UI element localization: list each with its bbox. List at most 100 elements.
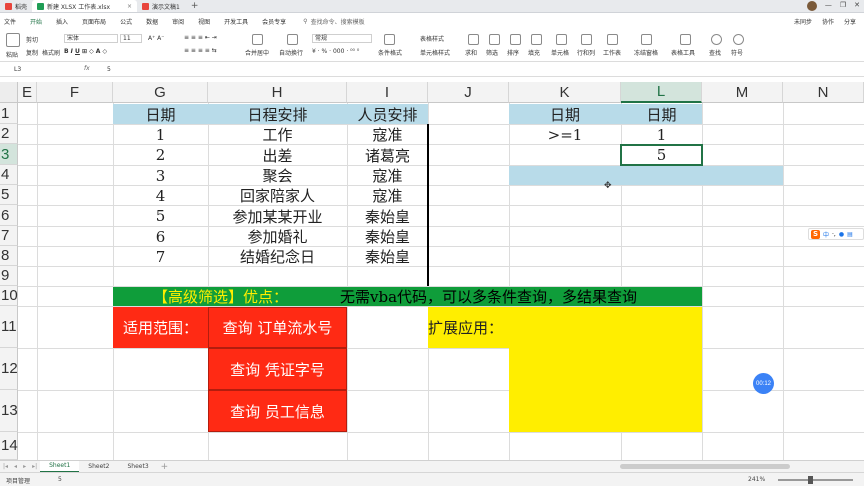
scope-label[interactable]: 适用范围： (113, 307, 208, 348)
cell-i8[interactable]: 秦始皇 (347, 247, 428, 266)
scope-item-3[interactable]: 查询 员工信息 (208, 390, 347, 432)
avatar[interactable] (806, 1, 817, 11)
auto-wrap-button[interactable]: 自动换行 (279, 48, 303, 57)
active-cell-l3[interactable] (620, 144, 703, 166)
number-format-icons[interactable]: ¥ · % · 000 · ⁰⁰ ⁰ (312, 48, 359, 55)
row-col-button[interactable]: 行和列 (577, 48, 595, 57)
row-col-icon[interactable] (581, 34, 592, 45)
menu-data[interactable]: 数据 (139, 17, 165, 26)
command-search[interactable]: ⚲ 查找命令、搜索模板 (303, 17, 364, 26)
row-header-1[interactable]: 1 (0, 103, 18, 124)
cell-style-button[interactable]: 单元格样式 (420, 48, 450, 57)
menu-page-layout[interactable]: 页面布局 (75, 17, 113, 26)
paste-button[interactable]: 粘贴 (6, 50, 18, 59)
cell-g7[interactable]: 6 (113, 227, 208, 246)
column-header-n[interactable]: N (783, 82, 864, 103)
fill-icon[interactable] (531, 34, 542, 45)
merge-center-button[interactable]: 合并居中 (245, 48, 269, 57)
add-sheet-button[interactable]: + (158, 462, 172, 472)
close-tab-icon[interactable]: × (127, 3, 132, 10)
cond-format-icon[interactable] (384, 34, 395, 45)
cell-g4[interactable]: 3 (113, 166, 208, 185)
menu-review[interactable]: 审阅 (165, 17, 191, 26)
menu-insert[interactable]: 插入 (49, 17, 75, 26)
cell-h2[interactable]: 工作 (208, 125, 347, 144)
copy-button[interactable]: 复制 (26, 48, 38, 57)
cond-format-button[interactable]: 条件格式 (378, 48, 402, 57)
cell-i6[interactable]: 秦始皇 (347, 206, 428, 226)
cell-i5[interactable]: 寇准 (347, 186, 428, 205)
cell-g2[interactable]: 1 (113, 125, 208, 144)
font-size-select[interactable]: 11 (120, 34, 142, 43)
cell-g8[interactable]: 7 (113, 247, 208, 266)
horizontal-scrollbar[interactable] (620, 464, 790, 469)
cell-icon[interactable] (556, 34, 567, 45)
menu-start[interactable]: 开始 (23, 17, 49, 26)
column-header-l[interactable]: L (621, 82, 702, 103)
freeze-icon[interactable] (641, 34, 652, 45)
symbol-button[interactable]: 符号 (731, 48, 743, 57)
column-header-j[interactable]: J (428, 82, 509, 103)
cell-i7[interactable]: 秦始皇 (347, 227, 428, 246)
column-header-k[interactable]: K (509, 82, 621, 103)
column-header-m[interactable]: M (702, 82, 783, 103)
find-button[interactable]: 查找 (709, 48, 721, 57)
row-header-10[interactable]: 10 (0, 286, 18, 306)
align-icons[interactable]: ≡ ≡ ≡ ⇤ ⇥ (184, 34, 217, 41)
criteria-header-l[interactable]: 日期 (621, 104, 702, 124)
name-box[interactable]: L3 (14, 66, 21, 73)
cell-h4[interactable]: 聚会 (208, 166, 347, 185)
zoom-slider[interactable] (778, 479, 853, 481)
cell-g3[interactable]: 2 (113, 145, 208, 165)
status-mode[interactable]: 项目管理 (6, 476, 30, 485)
wrap-icon[interactable] (287, 34, 298, 45)
extension-area[interactable] (509, 348, 702, 432)
select-all-corner[interactable] (0, 82, 18, 103)
align-icons-2[interactable]: ≡ ≡ ≡ ≡ ⇆ (184, 47, 217, 54)
zoom-level[interactable]: 241% (748, 476, 765, 483)
scope-item-2[interactable]: 查询 凭证字号 (208, 348, 347, 390)
column-header-h[interactable]: H (208, 82, 347, 103)
cell-g5[interactable]: 4 (113, 186, 208, 205)
sum-button[interactable]: 求和 (465, 48, 477, 57)
find-icon[interactable] (711, 34, 722, 45)
sort-button[interactable]: 排序 (507, 48, 519, 57)
menu-developer[interactable]: 开发工具 (217, 17, 255, 26)
cut-button[interactable]: 剪切 (26, 35, 38, 44)
column-header-g[interactable]: G (113, 82, 208, 103)
fx-icon[interactable]: fx (84, 65, 90, 72)
table-header-staff[interactable]: 人员安排 (347, 104, 428, 124)
filter-button[interactable]: 筛选 (486, 48, 498, 57)
sheet-grid[interactable]: E F G H I J K L M N 1 2 3 4 5 6 7 8 9 10… (0, 77, 864, 460)
tab-docer[interactable]: 稻壳 (0, 0, 32, 12)
cell-i3[interactable]: 诸葛亮 (347, 145, 428, 165)
restore-icon[interactable]: ❐ (840, 1, 846, 11)
cell-h5[interactable]: 回家陪家人 (208, 186, 347, 205)
symbol-icon[interactable] (733, 34, 744, 45)
worksheet-icon[interactable] (607, 34, 618, 45)
share-button[interactable]: 分享 (844, 17, 856, 26)
sheet-tab-2[interactable]: Sheet2 (79, 461, 118, 473)
row-header-8[interactable]: 8 (0, 246, 18, 266)
sheet-tab-3[interactable]: Sheet3 (118, 461, 157, 473)
cell-h3[interactable]: 出差 (208, 145, 347, 165)
cell-i4[interactable]: 寇准 (347, 166, 428, 185)
column-header-e[interactable]: E (18, 82, 37, 103)
extension-label[interactable]: 扩展应用： (428, 307, 702, 348)
last-sheet-icon[interactable]: ▸| (29, 463, 40, 470)
font-name-select[interactable]: 宋体 (64, 34, 118, 43)
sort-icon[interactable] (510, 34, 521, 45)
row-header-4[interactable]: 4 (0, 165, 18, 185)
sheet-tab-1[interactable]: Sheet1 (40, 460, 80, 473)
tab-presentation[interactable]: 演示文稿1 (137, 0, 185, 12)
row-header-14[interactable]: 14 (0, 432, 18, 460)
cell-h7[interactable]: 参加婚礼 (208, 227, 347, 246)
row-header-5[interactable]: 5 (0, 185, 18, 205)
number-format-select[interactable]: 常规 (312, 34, 372, 43)
merge-center-icon[interactable] (252, 34, 263, 45)
table-tools-icon[interactable] (680, 34, 691, 45)
close-window-icon[interactable]: ✕ (854, 1, 860, 11)
sync-status[interactable]: 未同步 (794, 17, 812, 26)
row-header-7[interactable]: 7 (0, 226, 18, 246)
table-tools-button[interactable]: 表格工具 (671, 48, 695, 57)
